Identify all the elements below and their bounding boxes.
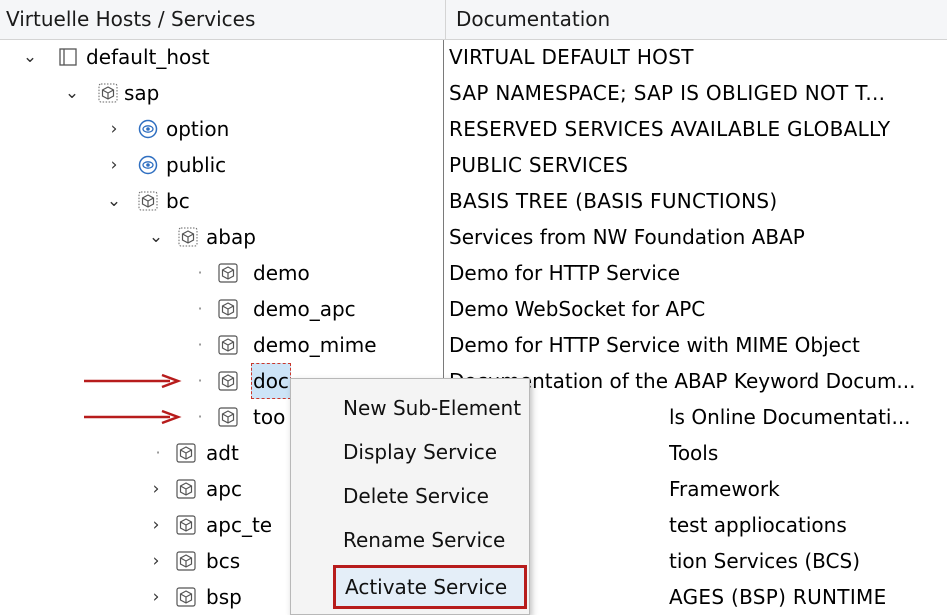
documentation-cell: Demo WebSocket for APC (449, 297, 706, 321)
menu-item-new-sub-element[interactable]: New Sub-Element (291, 387, 529, 429)
tree-header: Virtuelle Hosts / Services Documentation (0, 0, 947, 40)
chevron-right-icon[interactable]: › (106, 111, 122, 147)
red-arrow-icon (84, 373, 182, 389)
tree-item-label: abap (206, 225, 256, 249)
column-header-documentation[interactable]: Documentation (446, 0, 947, 39)
chevron-right-icon[interactable]: › (106, 147, 122, 183)
documentation-cell: test appliocations (669, 513, 847, 537)
documentation-cell: RESERVED SERVICES AVAILABLE GLOBALLY (449, 117, 891, 141)
documentation-cell: VIRTUAL DEFAULT HOST (449, 45, 694, 69)
chevron-down-icon[interactable]: ⌄ (22, 39, 38, 75)
tree-item-label: bcs (206, 549, 241, 573)
tree-row-demo-apc[interactable]: · demo_apc Demo WebSocket for APC (0, 291, 947, 327)
chevron-right-icon[interactable]: › (148, 507, 164, 543)
service-icon (176, 551, 196, 571)
service-icon-dotted (98, 83, 118, 103)
menu-item-activate-service[interactable]: Activate Service (333, 565, 527, 609)
tree-row-default-host[interactable]: ⌄ default_host VIRTUAL DEFAULT HOST (0, 39, 947, 75)
service-icon (176, 443, 196, 463)
documentation-cell: Services from NW Foundation ABAP (449, 225, 805, 249)
tree-item-label: demo_apc (253, 297, 356, 321)
leaf-dot-icon: · (197, 299, 203, 318)
documentation-cell: SAP NAMESPACE; SAP IS OBLIGED NOT T... (449, 81, 886, 105)
tree-item-label: demo (253, 261, 310, 285)
tree-row-public[interactable]: › public PUBLIC SERVICES (0, 147, 947, 183)
menu-item-rename-service[interactable]: Rename Service (291, 519, 529, 561)
leaf-dot-icon: · (197, 407, 203, 426)
tree-item-label: default_host (86, 45, 210, 69)
tree-row-sap[interactable]: ⌄ sap SAP NAMESPACE; SAP IS OBLIGED NOT … (0, 75, 947, 111)
service-icon (218, 335, 238, 355)
chevron-right-icon[interactable]: › (148, 471, 164, 507)
chevron-down-icon[interactable]: ⌄ (148, 219, 164, 255)
host-icon (58, 47, 78, 67)
tree-item-label: sap (124, 81, 160, 105)
tree-item-label-selected: doc (251, 363, 291, 399)
tree-item-label: bsp (206, 585, 242, 609)
service-icon-blue (138, 119, 158, 139)
tree-row-demo-mime[interactable]: · demo_mime Demo for HTTP Service with M… (0, 327, 947, 363)
documentation-cell: Framework (669, 477, 780, 501)
menu-item-delete-service[interactable]: Delete Service (291, 475, 529, 517)
leaf-dot-icon: · (197, 263, 203, 282)
documentation-cell: Tools (669, 441, 719, 465)
leaf-dot-icon: · (197, 335, 203, 354)
service-icon (176, 479, 196, 499)
menu-item-display-service[interactable]: Display Service (291, 431, 529, 473)
tree-item-label: option (166, 117, 230, 141)
tree-item-label: demo_mime (253, 333, 377, 357)
tree-item-label: apc (206, 477, 242, 501)
tree-row-bc[interactable]: ⌄ bc BASIS TREE (BASIS FUNCTIONS) (0, 183, 947, 219)
service-icon (218, 263, 238, 283)
documentation-cell: PUBLIC SERVICES (449, 153, 629, 177)
chevron-down-icon[interactable]: ⌄ (64, 75, 80, 111)
service-icon (218, 371, 238, 391)
context-menu: New Sub-Element Display Service Delete S… (290, 378, 530, 615)
documentation-cell: Demo for HTTP Service with MIME Object (449, 333, 860, 357)
service-icon (176, 587, 196, 607)
tree-row-demo[interactable]: · demo Demo for HTTP Service (0, 255, 947, 291)
service-icon-dotted (178, 227, 198, 247)
service-icon-dotted (138, 191, 158, 211)
leaf-dot-icon: · (197, 371, 203, 390)
chevron-right-icon[interactable]: › (148, 579, 164, 615)
tree-item-label: adt (206, 441, 239, 465)
tree-item-label: too (253, 405, 286, 429)
chevron-down-icon[interactable]: ⌄ (106, 183, 122, 219)
tree-row-option[interactable]: › option RESERVED SERVICES AVAILABLE GLO… (0, 111, 947, 147)
documentation-cell: ls Online Documentati... (669, 405, 911, 429)
column-header-hosts-services[interactable]: Virtuelle Hosts / Services (0, 0, 446, 39)
tree-row-abap[interactable]: ⌄ abap Services from NW Foundation ABAP (0, 219, 947, 255)
red-arrow-icon (84, 409, 182, 425)
chevron-right-icon[interactable]: › (148, 543, 164, 579)
tree-item-label: public (166, 153, 227, 177)
service-icon (218, 407, 238, 427)
documentation-cell: Demo for HTTP Service (449, 261, 681, 285)
tree-item-label: apc_te (206, 513, 273, 537)
documentation-cell: AGES (BSP) RUNTIME (669, 585, 887, 609)
documentation-cell: BASIS TREE (BASIS FUNCTIONS) (449, 189, 778, 213)
documentation-cell: tion Services (BCS) (669, 549, 860, 573)
leaf-dot-icon: · (155, 443, 161, 462)
service-icon (218, 299, 238, 319)
tree-item-label: bc (166, 189, 190, 213)
service-icon-blue (138, 155, 158, 175)
service-icon (176, 515, 196, 535)
